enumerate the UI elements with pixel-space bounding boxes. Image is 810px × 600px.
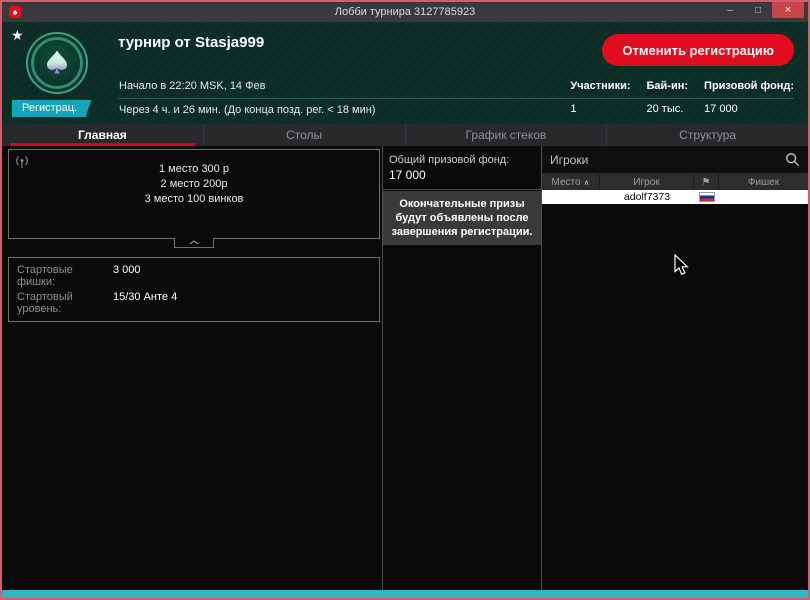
stat-prize-pool: Призовой фонд: 17 000 (704, 80, 794, 115)
maximize-button[interactable]: □ (744, 2, 772, 18)
column-label: Место (551, 176, 581, 188)
registration-status-badge: Регистрац. (12, 100, 92, 117)
column-header-flag[interactable]: ⚑ (694, 174, 719, 190)
column-label: Фишек (747, 176, 780, 188)
player-search-input[interactable] (550, 152, 785, 167)
tournament-stats: Участники: 1 Бай-ин: 20 тыс. Призовой фо… (570, 80, 794, 115)
stat-value: 17 000 (704, 103, 738, 115)
prize-pool-column: Общий призовой фонд: 17 000 Окончательны… (382, 146, 542, 590)
prize-line-3: 3 место 100 винков (144, 193, 244, 205)
tournament-name: турнир от Stasja999 (118, 34, 265, 51)
minimize-button[interactable]: – (716, 2, 744, 18)
prize-line-2: 2 место 200р (160, 178, 228, 190)
player-search-bar (542, 146, 808, 174)
column-label: Игрок (633, 176, 660, 188)
prize-pool-note: Окончательные призы будут объявлены посл… (383, 191, 541, 245)
level-label: Стартовый уровень: (17, 291, 73, 315)
broadcast-icon (15, 155, 29, 173)
main-area: 1 место 300 р 2 место 200р 3 место 100 в… (2, 146, 808, 590)
tournament-header: ★ Регистрац. турнир от Stasja999 Начало … (2, 22, 808, 124)
russia-flag-icon (698, 192, 715, 202)
title-bar: ♠ Лобби турнира 3127785923 – □ × (2, 2, 808, 22)
column-header-player[interactable]: Игрок (600, 174, 694, 190)
prizes-column: 1 место 300 р 2 место 200р 3 место 100 в… (2, 146, 382, 590)
chevron-up-icon (189, 240, 199, 245)
tournament-logo (26, 32, 88, 94)
tab-main[interactable]: Главная (2, 124, 204, 146)
stat-label: Бай-ин: (646, 80, 689, 92)
start-time-text: Начало в 22:20 MSK, 14 Фев (119, 80, 266, 92)
search-icon[interactable] (785, 152, 800, 167)
time-remaining-text: Через 4 ч. и 26 мин. (До конца позд. рег… (119, 104, 376, 116)
prize-pool-value: 17 000 (389, 168, 426, 182)
favorite-star-icon[interactable]: ★ (11, 27, 24, 44)
stat-value: 1 (570, 103, 577, 115)
lobby-tabs: Главная Столы График стеков Структура (2, 124, 808, 146)
stat-label: Участники: (570, 80, 631, 92)
window-title: Лобби турнира 3127785923 (334, 6, 476, 18)
tournament-lobby-window: ♠ Лобби турнира 3127785923 – □ × ★ Регис… (0, 0, 810, 600)
player-chips-cell (719, 190, 808, 204)
prize-line-1: 1 место 300 р (159, 163, 229, 175)
tab-label: Структура (679, 128, 737, 142)
flag-icon: ⚑ (701, 176, 711, 188)
prize-announcement-panel: 1 место 300 р 2 место 200р 3 место 100 в… (8, 149, 380, 248)
stat-label: Призовой фонд: (704, 80, 794, 92)
level-value: 15/30 Анте 4 (113, 291, 178, 303)
players-table-header: Место ∧ Игрок ⚑ Фишек (542, 174, 808, 190)
prize-pool-label: Общий призовой фонд: (389, 154, 510, 166)
cancel-registration-button[interactable]: Отменить регистрацию (602, 34, 794, 66)
window-controls: – □ × (716, 2, 804, 18)
players-column: Место ∧ Игрок ⚑ Фишек adolf7373 (542, 146, 808, 590)
column-header-chips[interactable]: Фишек (719, 174, 808, 190)
column-header-place[interactable]: Место ∧ (542, 174, 600, 190)
tab-stack-graph[interactable]: График стеков (406, 124, 608, 146)
stat-buyin: Бай-ин: 20 тыс. (647, 80, 689, 115)
tab-structure[interactable]: Структура (607, 124, 808, 146)
player-row[interactable]: adolf7373 (542, 190, 808, 204)
prize-list: 1 место 300 р 2 место 200р 3 место 100 в… (9, 162, 379, 207)
chips-label: Стартовые фишки: (17, 264, 73, 288)
column-divider (383, 189, 541, 190)
player-name-cell: adolf7373 (623, 191, 671, 203)
stat-participants: Участники: 1 (570, 80, 630, 115)
player-place-cell (542, 190, 600, 204)
status-bar (2, 590, 808, 598)
chips-value: 3 000 (113, 264, 141, 276)
player-flag-cell (694, 190, 719, 204)
starting-chips-panel: Стартовые фишки: 3 000 Стартовый уровень… (8, 257, 380, 322)
tab-tables[interactable]: Столы (204, 124, 406, 146)
tab-label: График стеков (465, 128, 547, 142)
tab-label: Главная (77, 128, 127, 142)
logo-spade-icon (47, 50, 67, 74)
sort-ascending-icon: ∧ (583, 177, 590, 187)
close-button[interactable]: × (772, 2, 804, 18)
stat-value: 20 тыс. (646, 103, 684, 115)
collapse-panel-handle[interactable] (174, 238, 214, 248)
tab-label: Столы (286, 128, 323, 142)
